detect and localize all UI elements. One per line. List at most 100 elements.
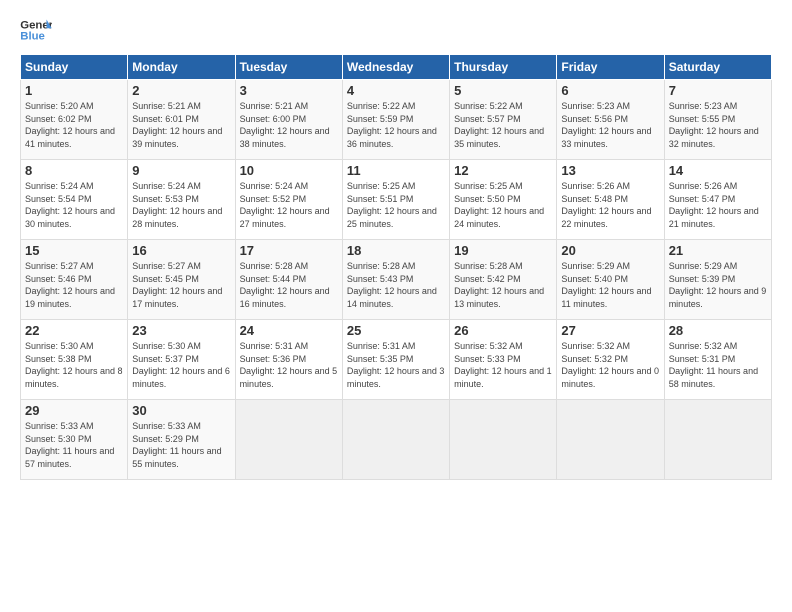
day-number: 7 bbox=[669, 83, 767, 98]
day-info: Sunrise: 5:30 AM Sunset: 5:38 PM Dayligh… bbox=[25, 340, 123, 390]
day-cell-27: 27 Sunrise: 5:32 AM Sunset: 5:32 PM Dayl… bbox=[557, 320, 664, 400]
day-cell-21: 21 Sunrise: 5:29 AM Sunset: 5:39 PM Dayl… bbox=[664, 240, 771, 320]
week-row-1: 1 Sunrise: 5:20 AM Sunset: 6:02 PM Dayli… bbox=[21, 80, 772, 160]
day-info: Sunrise: 5:31 AM Sunset: 5:36 PM Dayligh… bbox=[240, 340, 338, 390]
day-cell-20: 20 Sunrise: 5:29 AM Sunset: 5:40 PM Dayl… bbox=[557, 240, 664, 320]
day-cell-17: 17 Sunrise: 5:28 AM Sunset: 5:44 PM Dayl… bbox=[235, 240, 342, 320]
header-thursday: Thursday bbox=[450, 55, 557, 80]
day-number: 23 bbox=[132, 323, 230, 338]
day-cell-4: 4 Sunrise: 5:22 AM Sunset: 5:59 PM Dayli… bbox=[342, 80, 449, 160]
day-number: 4 bbox=[347, 83, 445, 98]
calendar-page: General Blue Sunday Monday Tuesday Wedne… bbox=[0, 0, 792, 612]
day-cell-6: 6 Sunrise: 5:23 AM Sunset: 5:56 PM Dayli… bbox=[557, 80, 664, 160]
day-cell-8: 8 Sunrise: 5:24 AM Sunset: 5:54 PM Dayli… bbox=[21, 160, 128, 240]
header-wednesday: Wednesday bbox=[342, 55, 449, 80]
day-cell-24: 24 Sunrise: 5:31 AM Sunset: 5:36 PM Dayl… bbox=[235, 320, 342, 400]
week-row-2: 8 Sunrise: 5:24 AM Sunset: 5:54 PM Dayli… bbox=[21, 160, 772, 240]
day-info: Sunrise: 5:30 AM Sunset: 5:37 PM Dayligh… bbox=[132, 340, 230, 390]
day-number: 17 bbox=[240, 243, 338, 258]
day-number: 29 bbox=[25, 403, 123, 418]
day-info: Sunrise: 5:32 AM Sunset: 5:33 PM Dayligh… bbox=[454, 340, 552, 390]
day-cell-23: 23 Sunrise: 5:30 AM Sunset: 5:37 PM Dayl… bbox=[128, 320, 235, 400]
day-cell-14: 14 Sunrise: 5:26 AM Sunset: 5:47 PM Dayl… bbox=[664, 160, 771, 240]
day-number: 25 bbox=[347, 323, 445, 338]
day-number: 11 bbox=[347, 163, 445, 178]
day-info: Sunrise: 5:22 AM Sunset: 5:59 PM Dayligh… bbox=[347, 100, 445, 150]
empty-cell bbox=[557, 400, 664, 480]
day-info: Sunrise: 5:29 AM Sunset: 5:40 PM Dayligh… bbox=[561, 260, 659, 310]
day-cell-11: 11 Sunrise: 5:25 AM Sunset: 5:51 PM Dayl… bbox=[342, 160, 449, 240]
day-info: Sunrise: 5:26 AM Sunset: 5:48 PM Dayligh… bbox=[561, 180, 659, 230]
day-info: Sunrise: 5:33 AM Sunset: 5:29 PM Dayligh… bbox=[132, 420, 230, 470]
day-info: Sunrise: 5:32 AM Sunset: 5:32 PM Dayligh… bbox=[561, 340, 659, 390]
day-info: Sunrise: 5:28 AM Sunset: 5:43 PM Dayligh… bbox=[347, 260, 445, 310]
svg-text:Blue: Blue bbox=[20, 31, 45, 43]
day-cell-16: 16 Sunrise: 5:27 AM Sunset: 5:45 PM Dayl… bbox=[128, 240, 235, 320]
header-monday: Monday bbox=[128, 55, 235, 80]
empty-cell bbox=[235, 400, 342, 480]
day-info: Sunrise: 5:29 AM Sunset: 5:39 PM Dayligh… bbox=[669, 260, 767, 310]
day-number: 24 bbox=[240, 323, 338, 338]
day-number: 28 bbox=[669, 323, 767, 338]
day-info: Sunrise: 5:33 AM Sunset: 5:30 PM Dayligh… bbox=[25, 420, 123, 470]
day-cell-19: 19 Sunrise: 5:28 AM Sunset: 5:42 PM Dayl… bbox=[450, 240, 557, 320]
weekday-header-row: Sunday Monday Tuesday Wednesday Thursday… bbox=[21, 55, 772, 80]
logo-icon: General Blue bbox=[20, 16, 52, 44]
week-row-4: 22 Sunrise: 5:30 AM Sunset: 5:38 PM Dayl… bbox=[21, 320, 772, 400]
day-cell-18: 18 Sunrise: 5:28 AM Sunset: 5:43 PM Dayl… bbox=[342, 240, 449, 320]
day-info: Sunrise: 5:24 AM Sunset: 5:53 PM Dayligh… bbox=[132, 180, 230, 230]
day-cell-12: 12 Sunrise: 5:25 AM Sunset: 5:50 PM Dayl… bbox=[450, 160, 557, 240]
week-row-3: 15 Sunrise: 5:27 AM Sunset: 5:46 PM Dayl… bbox=[21, 240, 772, 320]
day-number: 30 bbox=[132, 403, 230, 418]
header-sunday: Sunday bbox=[21, 55, 128, 80]
week-row-5: 29 Sunrise: 5:33 AM Sunset: 5:30 PM Dayl… bbox=[21, 400, 772, 480]
header-tuesday: Tuesday bbox=[235, 55, 342, 80]
day-number: 5 bbox=[454, 83, 552, 98]
day-info: Sunrise: 5:27 AM Sunset: 5:46 PM Dayligh… bbox=[25, 260, 123, 310]
day-cell-28: 28 Sunrise: 5:32 AM Sunset: 5:31 PM Dayl… bbox=[664, 320, 771, 400]
day-number: 12 bbox=[454, 163, 552, 178]
day-info: Sunrise: 5:21 AM Sunset: 6:00 PM Dayligh… bbox=[240, 100, 338, 150]
day-cell-13: 13 Sunrise: 5:26 AM Sunset: 5:48 PM Dayl… bbox=[557, 160, 664, 240]
day-number: 3 bbox=[240, 83, 338, 98]
day-number: 13 bbox=[561, 163, 659, 178]
day-cell-26: 26 Sunrise: 5:32 AM Sunset: 5:33 PM Dayl… bbox=[450, 320, 557, 400]
day-info: Sunrise: 5:25 AM Sunset: 5:50 PM Dayligh… bbox=[454, 180, 552, 230]
day-cell-29: 29 Sunrise: 5:33 AM Sunset: 5:30 PM Dayl… bbox=[21, 400, 128, 480]
page-header: General Blue bbox=[20, 16, 772, 44]
day-number: 22 bbox=[25, 323, 123, 338]
day-cell-30: 30 Sunrise: 5:33 AM Sunset: 5:29 PM Dayl… bbox=[128, 400, 235, 480]
header-saturday: Saturday bbox=[664, 55, 771, 80]
day-info: Sunrise: 5:20 AM Sunset: 6:02 PM Dayligh… bbox=[25, 100, 123, 150]
day-cell-3: 3 Sunrise: 5:21 AM Sunset: 6:00 PM Dayli… bbox=[235, 80, 342, 160]
day-number: 27 bbox=[561, 323, 659, 338]
day-info: Sunrise: 5:27 AM Sunset: 5:45 PM Dayligh… bbox=[132, 260, 230, 310]
day-cell-25: 25 Sunrise: 5:31 AM Sunset: 5:35 PM Dayl… bbox=[342, 320, 449, 400]
day-cell-7: 7 Sunrise: 5:23 AM Sunset: 5:55 PM Dayli… bbox=[664, 80, 771, 160]
day-number: 9 bbox=[132, 163, 230, 178]
day-number: 16 bbox=[132, 243, 230, 258]
day-cell-15: 15 Sunrise: 5:27 AM Sunset: 5:46 PM Dayl… bbox=[21, 240, 128, 320]
calendar-table: Sunday Monday Tuesday Wednesday Thursday… bbox=[20, 54, 772, 480]
day-info: Sunrise: 5:23 AM Sunset: 5:55 PM Dayligh… bbox=[669, 100, 767, 150]
day-number: 26 bbox=[454, 323, 552, 338]
day-info: Sunrise: 5:25 AM Sunset: 5:51 PM Dayligh… bbox=[347, 180, 445, 230]
empty-cell bbox=[664, 400, 771, 480]
day-number: 14 bbox=[669, 163, 767, 178]
day-number: 6 bbox=[561, 83, 659, 98]
day-cell-1: 1 Sunrise: 5:20 AM Sunset: 6:02 PM Dayli… bbox=[21, 80, 128, 160]
day-number: 20 bbox=[561, 243, 659, 258]
empty-cell bbox=[342, 400, 449, 480]
day-number: 18 bbox=[347, 243, 445, 258]
day-number: 21 bbox=[669, 243, 767, 258]
day-info: Sunrise: 5:24 AM Sunset: 5:54 PM Dayligh… bbox=[25, 180, 123, 230]
day-cell-9: 9 Sunrise: 5:24 AM Sunset: 5:53 PM Dayli… bbox=[128, 160, 235, 240]
empty-cell bbox=[450, 400, 557, 480]
day-number: 19 bbox=[454, 243, 552, 258]
day-number: 15 bbox=[25, 243, 123, 258]
day-number: 8 bbox=[25, 163, 123, 178]
day-info: Sunrise: 5:31 AM Sunset: 5:35 PM Dayligh… bbox=[347, 340, 445, 390]
day-info: Sunrise: 5:28 AM Sunset: 5:42 PM Dayligh… bbox=[454, 260, 552, 310]
day-cell-22: 22 Sunrise: 5:30 AM Sunset: 5:38 PM Dayl… bbox=[21, 320, 128, 400]
day-cell-5: 5 Sunrise: 5:22 AM Sunset: 5:57 PM Dayli… bbox=[450, 80, 557, 160]
